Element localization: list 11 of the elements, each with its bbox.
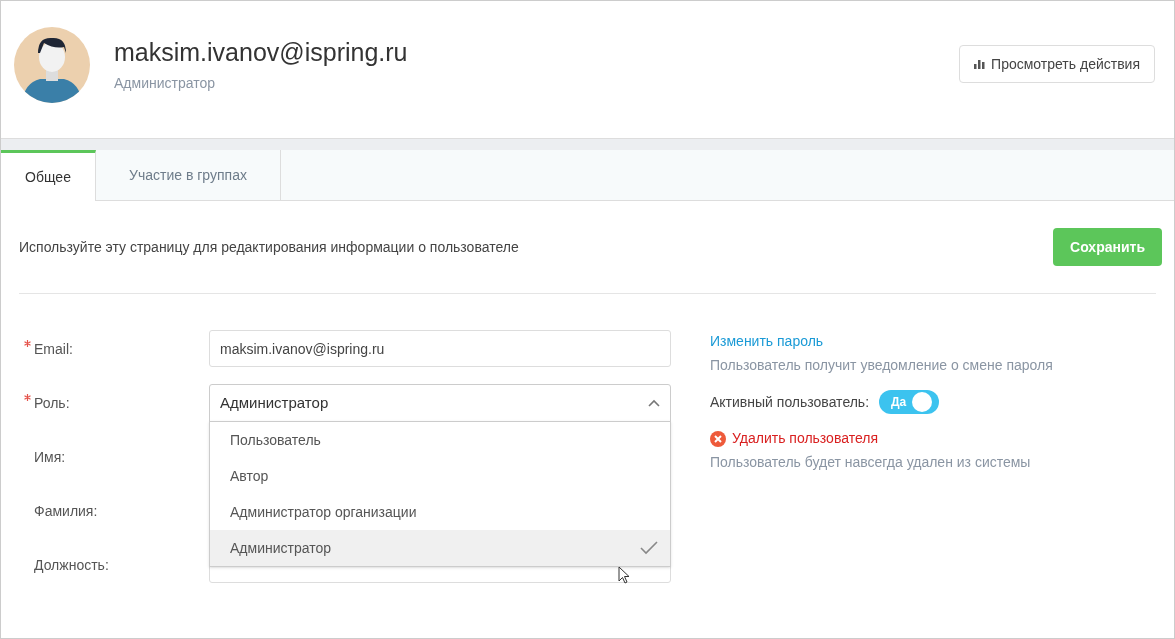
intro-text: Используйте эту страницу для редактирования информации о пользователе (19, 237, 519, 257)
change-password-hint: Пользователь получит уведомление о смене пароля (710, 356, 1053, 375)
profile-name: maksim.ivanov@ispring.ru (114, 37, 408, 67)
delete-user-hint: Пользователь будет навсегда удален из системы (710, 453, 1032, 472)
field-label: Email: (34, 340, 73, 359)
field-label: Фамилия: (34, 502, 98, 521)
profile-role: Администратор (114, 74, 216, 93)
field-label: Имя: (34, 448, 66, 467)
field-label: Должность: (34, 556, 109, 575)
active-user-label: Активный пользователь: (710, 392, 870, 412)
field-label: Роль: (34, 394, 70, 413)
